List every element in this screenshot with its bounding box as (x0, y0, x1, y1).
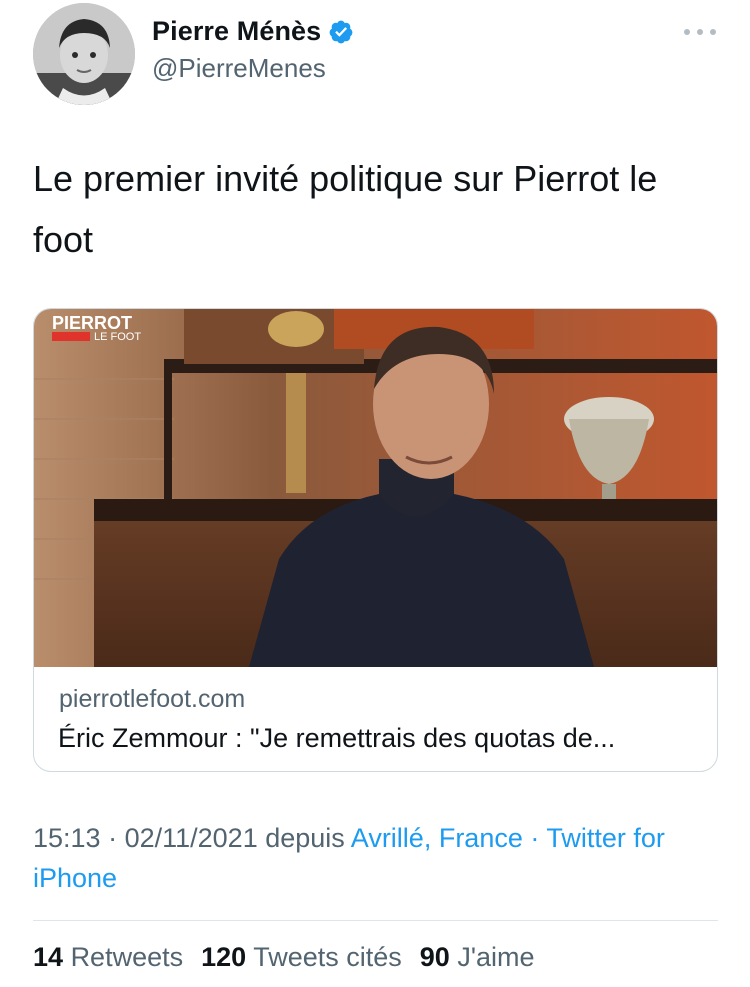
link-card[interactable]: PIERROT LE FOOT pierrotlefoot.com Éric Z… (33, 308, 718, 772)
meta-separator: · (522, 823, 547, 853)
meta-separator: · (100, 823, 125, 853)
card-logo-line1: PIERROT (52, 313, 132, 333)
card-title: Éric Zemmour : "Je remettrais des quotas… (58, 723, 616, 753)
tweet-text: Le premier invité politique sur Pierrot … (33, 158, 658, 260)
retweets-stat[interactable]: 14 Retweets (33, 942, 183, 973)
verified-badge-icon (329, 20, 353, 43)
quotes-stat[interactable]: 120 Tweets cités (201, 942, 402, 973)
retweets-label: Retweets (70, 942, 184, 972)
author-name[interactable]: Pierre Ménès (152, 16, 321, 47)
likes-label: J'aime (457, 942, 535, 972)
tweet-stats: 14 Retweets 120 Tweets cités 90 J'aime (33, 942, 553, 973)
tweet-time[interactable]: 15:13 (33, 823, 101, 853)
tweet-date[interactable]: 02/11/2021 (125, 823, 258, 853)
more-options-icon[interactable] (684, 22, 716, 42)
tweet-location-link[interactable]: Avrillé, France (351, 823, 523, 853)
card-domain: pierrotlefoot.com (59, 685, 246, 713)
retweets-count: 14 (33, 942, 64, 972)
quotes-label: Tweets cités (253, 942, 402, 972)
quotes-count: 120 (201, 942, 247, 972)
divider (33, 920, 718, 921)
tweet-meta: 15:13 · 02/11/2021 depuis Avrillé, Franc… (33, 818, 723, 898)
portrait-avatar-image (33, 3, 135, 105)
author-avatar[interactable] (33, 3, 135, 105)
author-handle[interactable]: @PierreMenes (152, 53, 326, 84)
meta-depuis: depuis (257, 823, 351, 853)
card-photo: PIERROT LE FOOT (34, 309, 717, 667)
author-name-row[interactable]: Pierre Ménès (152, 16, 354, 47)
card-image[interactable]: PIERROT LE FOOT (34, 309, 717, 667)
likes-stat[interactable]: 90 J'aime (420, 942, 535, 973)
likes-count: 90 (419, 942, 450, 972)
card-logo-line2: LE FOOT (94, 331, 141, 343)
